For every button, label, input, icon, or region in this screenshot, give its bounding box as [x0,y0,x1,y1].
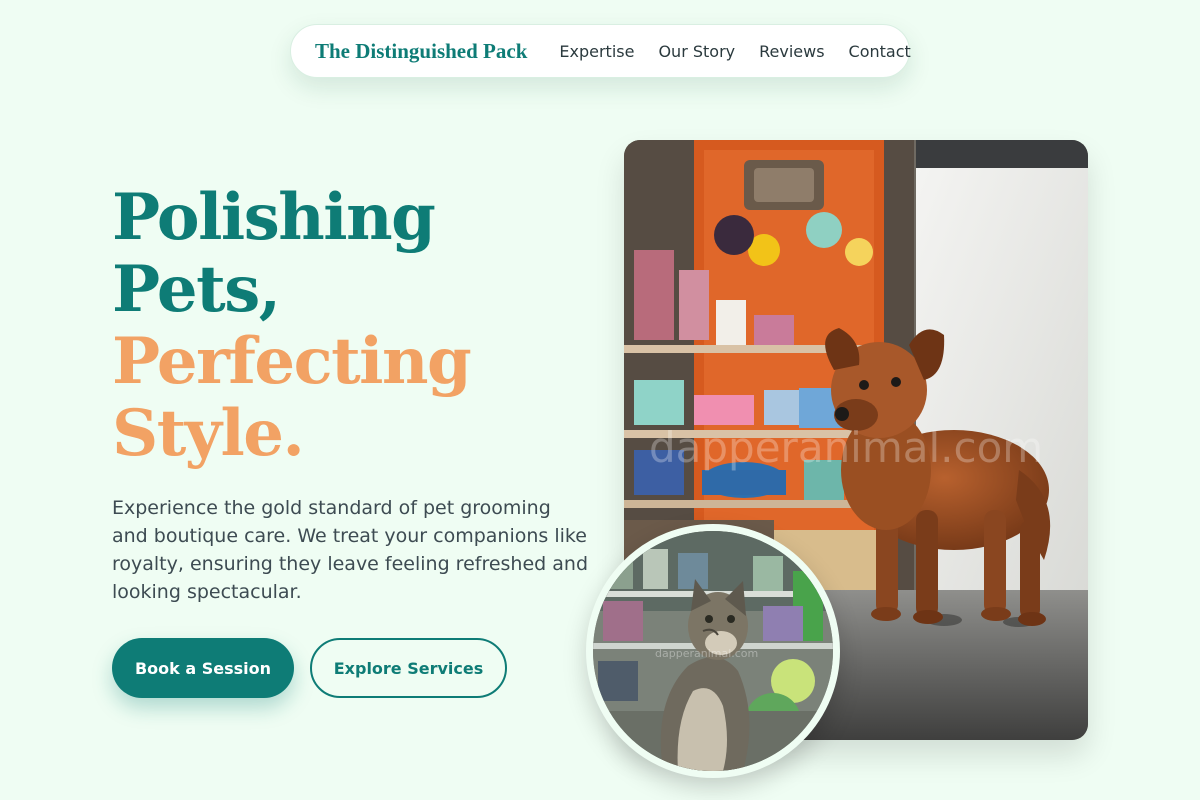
nav-links: Expertise Our Story Reviews Contact [559,42,910,61]
hero-description: Experience the gold standard of pet groo… [112,497,589,603]
cat-photo: dapperanimal.com [586,524,840,778]
nav-link-reviews[interactable]: Reviews [759,42,824,61]
book-session-button[interactable]: Book a Session [112,638,294,698]
hero-headline: Polishing Pets, Perfecting Style. [112,180,472,471]
dog-photo-watermark: dapperanimal.com [649,423,1043,472]
headline-line-1: Polishing [112,180,436,255]
headline-line-4: Style. [112,396,305,471]
headline-line-2: Pets, [112,252,281,327]
cat-photo-watermark: dapperanimal.com [655,647,758,660]
top-navigation: The Distinguished Pack Expertise Our Sto… [290,24,911,78]
nav-link-our-story[interactable]: Our Story [658,42,735,61]
nav-link-expertise[interactable]: Expertise [559,42,634,61]
explore-services-button[interactable]: Explore Services [310,638,507,698]
brand-logo[interactable]: The Distinguished Pack [315,39,527,64]
landing-page: The Distinguished Pack Expertise Our Sto… [0,0,1200,800]
headline-line-3: Perfecting [112,324,472,399]
nav-link-contact[interactable]: Contact [849,42,911,61]
